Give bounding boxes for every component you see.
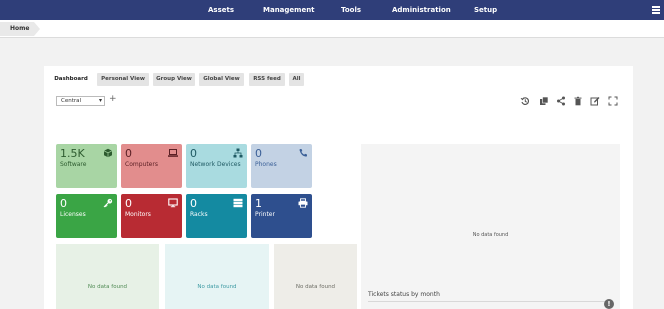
tile-computers[interactable]: 0 Computers	[121, 144, 182, 188]
tab-all[interactable]: All	[289, 73, 304, 86]
top-navigation-bar	[0, 0, 664, 20]
tile-count: 0	[255, 147, 262, 160]
tile-label: Computers	[125, 161, 158, 168]
tile-count: 0	[60, 197, 67, 210]
tile-licenses[interactable]: 0 Licenses	[56, 194, 117, 238]
edit-icon[interactable]	[590, 96, 600, 106]
nav-administration[interactable]: Administration	[392, 0, 451, 20]
tile-printer[interactable]: 1 Printer	[251, 194, 312, 238]
info-icon[interactable]: !	[604, 299, 614, 309]
tile-count: 0	[190, 147, 197, 160]
tile-label: Monitors	[125, 211, 151, 218]
tab-group-view[interactable]: Group View	[153, 73, 195, 86]
tile-label: Phones	[255, 161, 277, 168]
tile-label: Racks	[190, 211, 208, 218]
no-data-text: No data found	[472, 232, 509, 238]
tile-count: 0	[125, 147, 132, 160]
nav-setup[interactable]: Setup	[474, 0, 497, 20]
tile-count: 1.5K	[60, 147, 85, 160]
tab-personal-view[interactable]: Personal View	[97, 73, 149, 86]
tab-rss-feed[interactable]: RSS feed	[249, 73, 285, 86]
printer-icon	[298, 198, 308, 208]
nav-management[interactable]: Management	[263, 0, 315, 20]
share-icon[interactable]	[556, 96, 566, 106]
box-icon	[103, 148, 113, 158]
tile-count: 1	[255, 197, 262, 210]
tile-label: Printer	[255, 211, 275, 218]
tile-monitors[interactable]: 0 Monitors	[121, 194, 182, 238]
nav-tools[interactable]: Tools	[341, 0, 361, 20]
hamburger-icon[interactable]	[652, 6, 660, 14]
network-icon	[233, 148, 243, 158]
trash-icon[interactable]	[573, 96, 583, 106]
laptop-icon	[168, 149, 178, 157]
tile-phones[interactable]: 0 Phones	[251, 144, 312, 188]
tile-count: 0	[125, 197, 132, 210]
tab-dashboard[interactable]: Dashboard	[52, 73, 90, 86]
widget-panel: No data found	[56, 244, 159, 309]
history-icon[interactable]	[520, 96, 530, 106]
breadcrumb-home[interactable]: Home	[0, 22, 40, 36]
copy-icon[interactable]	[539, 96, 549, 106]
fullscreen-icon[interactable]	[608, 96, 618, 106]
tile-network-devices[interactable]: 0 Network Devices	[186, 144, 247, 188]
dashboard-select[interactable]: Central ▾	[56, 96, 105, 106]
add-dashboard-icon[interactable]: +	[109, 94, 117, 104]
tile-label: Network Devices	[190, 161, 241, 168]
phone-icon	[299, 149, 307, 157]
widget-panel: No data found	[165, 244, 269, 309]
chevron-down-icon: ▾	[98, 97, 102, 104]
tile-software[interactable]: 1.5K Software	[56, 144, 117, 188]
dashboard-select-value: Central	[61, 98, 82, 104]
tickets-status-panel: No data found Tickets status by month	[361, 144, 620, 309]
tile-racks[interactable]: 0 Racks	[186, 194, 247, 238]
widget-panel: No data found	[274, 244, 357, 309]
key-icon	[103, 198, 113, 208]
tile-count: 0	[190, 197, 197, 210]
monitor-icon	[168, 198, 178, 208]
nav-assets[interactable]: Assets	[208, 0, 234, 20]
tickets-panel-title: Tickets status by month	[368, 291, 440, 298]
panel-divider	[368, 301, 606, 302]
tile-label: Licenses	[60, 211, 86, 218]
server-icon	[233, 198, 243, 208]
tile-label: Software	[60, 161, 87, 168]
tab-global-view[interactable]: Global View	[199, 73, 244, 86]
breadcrumb-bar: Home	[0, 20, 664, 38]
